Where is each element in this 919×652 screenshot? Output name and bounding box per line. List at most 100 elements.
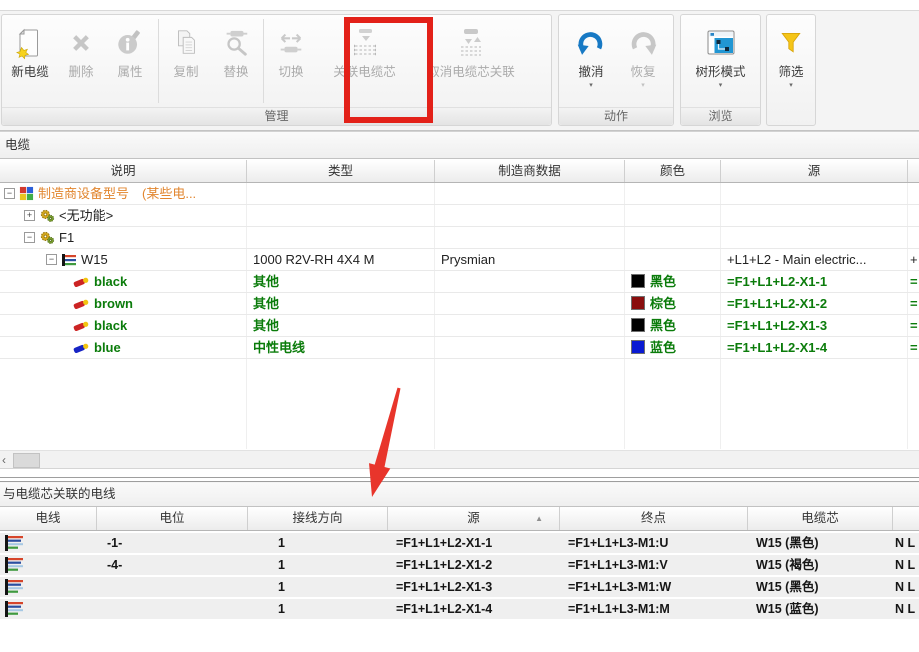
undo-icon	[574, 21, 608, 65]
cable-panel-title: 电缆	[0, 131, 919, 159]
color-swatch	[631, 318, 645, 332]
tree-node-label: 制造商设备型号 (某些电...	[38, 183, 196, 204]
column-header-type[interactable]: 类型	[247, 160, 435, 182]
cell-cutoff	[908, 227, 919, 248]
column-header-potential[interactable]: 电位	[97, 507, 248, 530]
delete-button[interactable]: 删除	[58, 15, 104, 107]
redo-button[interactable]: 恢复 ▾	[618, 15, 668, 107]
color-name: 棕色	[650, 296, 676, 311]
wire-lines-icon	[4, 535, 24, 551]
group-label-actions: 动作	[559, 107, 673, 125]
replace-button[interactable]: 替换	[211, 15, 261, 107]
cell-cutoff: =	[908, 293, 919, 314]
table-row[interactable]: black 其他 黑色 =F1+L1+L2-X1-1 =	[0, 271, 919, 293]
cell-cutoff: N L	[893, 533, 919, 553]
properties-button[interactable]: 属性	[104, 15, 156, 107]
cell-cable-core: W15 (褐色)	[748, 555, 893, 575]
cell-potential: -1-	[97, 533, 248, 553]
tree-expander[interactable]: −	[24, 232, 35, 243]
table-row[interactable]: blue 中性电线 蓝色 =F1+L1+L2-X1-4 =	[0, 337, 919, 359]
table-row[interactable]: brown 其他 棕色 =F1+L1+L2-X1-2 =	[0, 293, 919, 315]
cell-manufacturer	[435, 337, 625, 358]
table-row[interactable]: 1 =F1+L1+L2-X1-3 =F1+L1+L3-M1:W W15 (黑色)…	[0, 577, 919, 597]
wire-marker-icon	[72, 296, 90, 312]
tree-mode-button[interactable]: 树形模式 ▾	[683, 15, 759, 107]
column-header-manufacturer-data[interactable]: 制造商数据	[435, 160, 625, 182]
table-row[interactable]: − 制造商设备型号 (某些电...	[0, 183, 919, 205]
table-row[interactable]: -1- 1 =F1+L1+L2-X1-1 =F1+L1+L3-M1:U W15 …	[0, 533, 919, 553]
cell-source: =F1+L1+L2-X1-3	[721, 315, 908, 336]
cell-direction: 1	[248, 533, 388, 553]
cell-cable-core: W15 (黑色)	[748, 577, 893, 597]
table-row[interactable]: + <无功能>	[0, 205, 919, 227]
cell-destination: =F1+L1+L3-M1:U	[560, 533, 748, 553]
cell-destination: =F1+L1+L3-M1:V	[560, 555, 748, 575]
cell-direction: 1	[248, 577, 388, 597]
cell-direction: 1	[248, 555, 388, 575]
tree-mode-icon	[705, 21, 737, 65]
cell-cutoff: N L	[893, 577, 919, 597]
table-row[interactable]: 1 =F1+L1+L2-X1-4 =F1+L1+L3-M1:M W15 (蓝色)…	[0, 599, 919, 619]
column-header-source[interactable]: 源	[721, 160, 908, 182]
filter-dropdown-caret[interactable]: ▾	[789, 81, 793, 90]
tree-mode-dropdown-caret[interactable]: ▾	[719, 81, 723, 90]
ribbon-separator	[263, 19, 264, 103]
tree-expander[interactable]: −	[46, 254, 57, 265]
table-row[interactable]: − F1	[0, 227, 919, 249]
column-header-destination[interactable]: 终点	[560, 507, 748, 530]
filter-button[interactable]: 筛选 ▾	[768, 15, 814, 107]
tree-expander[interactable]: +	[24, 210, 35, 221]
wire-marker-icon	[72, 318, 90, 334]
scroll-left-arrow-icon[interactable]: ‹	[2, 452, 6, 468]
filter-label: 筛选	[778, 65, 803, 80]
cell-destination: =F1+L1+L3-M1:W	[560, 577, 748, 597]
link-cores-button[interactable]: 关联电缆芯	[316, 15, 413, 107]
color-name: 黑色	[650, 318, 676, 333]
redo-dropdown-caret[interactable]: ▾	[641, 81, 645, 90]
ribbon-group-manage: 新电缆 删除	[1, 14, 552, 126]
undo-button[interactable]: 撤消 ▾	[564, 15, 618, 107]
switch-button[interactable]: 切换	[266, 15, 316, 107]
gears-icon	[39, 230, 55, 246]
cell-manufacturer: Prysmian	[435, 249, 625, 270]
column-header-cutoff[interactable]	[908, 160, 919, 182]
column-header-cable-core[interactable]: 电缆芯	[748, 507, 893, 530]
scrollbar-thumb[interactable]	[13, 453, 40, 468]
cell-source	[721, 227, 908, 248]
table-row[interactable]: − W15 1000 R2V-RH 4X4 M Prysmian +L1+L2 …	[0, 249, 919, 271]
new-cable-button[interactable]: 新电缆	[2, 15, 58, 107]
core-label: brown	[94, 293, 133, 314]
new-cable-icon	[14, 21, 46, 65]
cell-potential	[97, 577, 248, 597]
cable-icon	[61, 253, 77, 267]
column-header-source[interactable]: 源▲	[388, 507, 560, 530]
cable-table: 说明 类型 制造商数据 颜色 源 − 制造商设备型号 (某些电...	[0, 160, 919, 450]
wires-table: 电线 电位 接线方向 源▲ 终点 电缆芯 -1- 1 =F1+L1+L2-X1-…	[0, 507, 919, 619]
tree-expander[interactable]: −	[4, 188, 15, 199]
column-header-direction[interactable]: 接线方向	[248, 507, 388, 530]
table-row[interactable]: -4- 1 =F1+L1+L2-X1-2 =F1+L1+L3-M1:V W15 …	[0, 555, 919, 575]
copy-button[interactable]: 复制	[161, 15, 211, 107]
table-row[interactable]: black 其他 黑色 =F1+L1+L2-X1-3 =	[0, 315, 919, 337]
unlink-cores-button[interactable]: 取消电缆芯关联	[413, 15, 529, 107]
cell-cutoff: =	[908, 315, 919, 336]
column-header-wire[interactable]: 电线	[0, 507, 97, 530]
cell-manufacturer	[435, 205, 625, 226]
undo-dropdown-caret[interactable]: ▾	[589, 81, 593, 90]
column-header-color[interactable]: 颜色	[625, 160, 721, 182]
column-header-cutoff[interactable]	[893, 507, 919, 530]
cell-source: =F1+L1+L2-X1-2	[721, 293, 908, 314]
cell-wire	[0, 555, 97, 575]
column-header-description[interactable]: 说明	[0, 160, 247, 182]
ribbon-group-actions: 撤消 ▾ 恢复 ▾ 动作	[558, 14, 674, 126]
cell-type: 其他	[247, 271, 435, 292]
replace-label: 替换	[223, 65, 248, 80]
core-label: black	[94, 315, 127, 336]
filter-icon	[777, 21, 805, 65]
delete-label: 删除	[68, 65, 93, 80]
horizontal-scrollbar[interactable]: ‹	[0, 450, 919, 469]
cell-cutoff: =	[908, 271, 919, 292]
cell-cutoff	[908, 183, 919, 204]
cell-source: =F1+L1+L2-X1-4	[721, 337, 908, 358]
gears-icon	[39, 208, 55, 224]
